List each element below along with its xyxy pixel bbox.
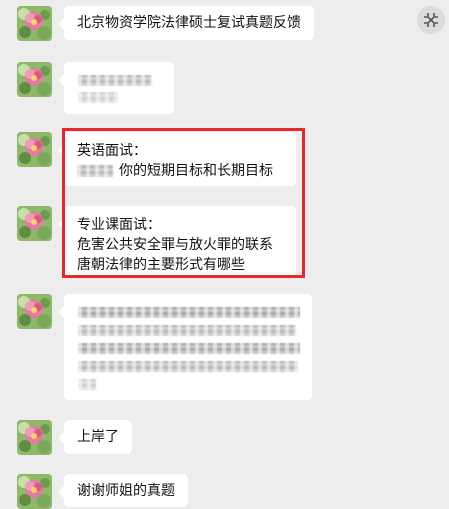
blurred-message-bubble[interactable]	[58, 294, 312, 400]
message-text: 危害公共安全罪与放火罪的联系	[77, 237, 273, 253]
redacted-text	[78, 325, 296, 336]
message-text: 专业课面试：	[77, 217, 161, 233]
avatar[interactable]	[17, 294, 52, 329]
exit-fullscreen-icon	[424, 13, 438, 27]
message-bubble[interactable]: 英语面试： 你的短期目标和长期目标	[58, 132, 296, 186]
message-text: 谢谢师姐的真题	[77, 483, 175, 499]
flower-avatar-icon	[17, 474, 52, 509]
avatar[interactable]	[17, 6, 52, 41]
flower-avatar-icon	[17, 62, 52, 97]
avatar[interactable]	[17, 206, 52, 241]
redacted-text	[78, 307, 300, 318]
redacted-text	[78, 361, 298, 372]
avatar[interactable]	[17, 420, 52, 455]
redacted-text	[77, 165, 113, 177]
message-bubble[interactable]: 上岸了	[58, 420, 132, 454]
message-text: 上岸了	[77, 429, 119, 445]
message-text: 你的短期目标和长期目标	[119, 163, 273, 179]
flower-avatar-icon	[17, 294, 52, 329]
redacted-text	[78, 92, 118, 103]
blurred-message-bubble[interactable]	[58, 62, 174, 114]
flower-avatar-icon	[17, 206, 52, 241]
message-bubble[interactable]: 谢谢师姐的真题	[58, 474, 188, 507]
message-bubble[interactable]: 专业课面试： 危害公共安全罪与放火罪的联系 唐朝法律的主要形式有哪些	[58, 206, 296, 276]
flower-avatar-icon	[17, 132, 52, 167]
redacted-text	[78, 343, 300, 354]
avatar[interactable]	[17, 474, 52, 509]
flower-avatar-icon	[17, 420, 52, 455]
message-text: 英语面试：	[77, 143, 147, 159]
avatar[interactable]	[17, 132, 52, 167]
redacted-text	[78, 75, 152, 86]
exit-fullscreen-button[interactable]	[417, 6, 445, 34]
message-text: 唐朝法律的主要形式有哪些	[77, 257, 245, 273]
redacted-text	[78, 379, 96, 390]
message-text: 北京物资学院法律硕士复试真题反馈	[77, 15, 301, 31]
message-bubble[interactable]: 北京物资学院法律硕士复试真题反馈	[58, 6, 314, 40]
avatar[interactable]	[17, 62, 52, 97]
flower-avatar-icon	[17, 6, 52, 41]
message-line: 你的短期目标和长期目标	[77, 161, 283, 181]
